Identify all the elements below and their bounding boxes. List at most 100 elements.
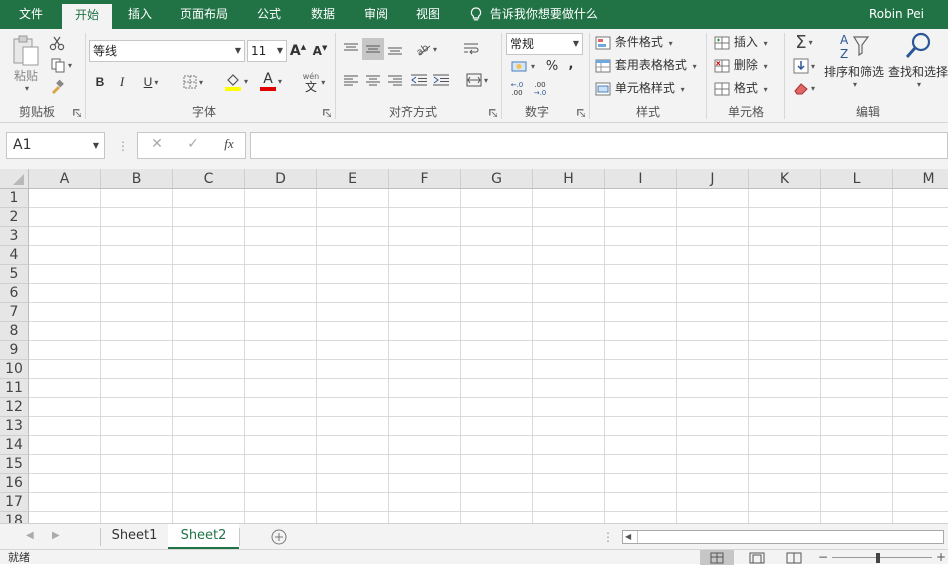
name-box[interactable]: A1 ▼	[6, 132, 105, 159]
tab-data[interactable]: 数据	[300, 0, 346, 29]
row-header-10[interactable]: 10	[0, 360, 29, 379]
wrap-text-button[interactable]	[460, 38, 482, 60]
bold-button[interactable]: B	[92, 71, 108, 93]
column-header-m[interactable]: M	[893, 169, 948, 189]
horizontal-scrollbar[interactable]: ◀	[622, 530, 944, 544]
row-header-15[interactable]: 15	[0, 455, 29, 474]
fill-button[interactable]: ▾	[788, 55, 820, 77]
enter-icon[interactable]: ✓	[182, 136, 204, 156]
format-painter-button[interactable]	[46, 77, 68, 97]
dialog-launcher-icon[interactable]	[73, 109, 81, 117]
column-header-e[interactable]: E	[317, 169, 389, 189]
align-bottom-button[interactable]	[385, 38, 405, 60]
tab-home[interactable]: 开始	[62, 4, 112, 29]
clear-button[interactable]: ▾	[788, 77, 820, 99]
find-select-button[interactable]: 查找和选择 ▾	[888, 31, 948, 99]
orientation-button[interactable]: ab ▾	[410, 38, 442, 60]
cut-button[interactable]	[46, 33, 68, 53]
cancel-icon[interactable]: ✕	[146, 136, 168, 156]
cell-styles-button[interactable]: 单元格样式 ▾	[595, 79, 685, 99]
column-header-g[interactable]: G	[461, 169, 533, 189]
column-header-l[interactable]: L	[821, 169, 893, 189]
row-header-18[interactable]: 18	[0, 512, 29, 523]
tell-me-box[interactable]: 告诉我你想要做什么	[470, 0, 598, 29]
row-header-17[interactable]: 17	[0, 493, 29, 512]
tab-review[interactable]: 审阅	[354, 0, 398, 29]
increase-indent-button[interactable]	[431, 69, 451, 91]
scroll-left-icon[interactable]: ◀	[26, 528, 38, 544]
phonetic-guide-button[interactable]: wén 文 ▾	[297, 69, 331, 95]
align-left-button[interactable]	[341, 69, 361, 91]
formula-input[interactable]	[250, 132, 948, 159]
tab-view[interactable]: 视图	[406, 0, 450, 29]
tab-file[interactable]: 文件	[8, 0, 54, 29]
row-header-12[interactable]: 12	[0, 398, 29, 417]
copy-button[interactable]: ▾	[46, 55, 76, 75]
insert-cells-button[interactable]: 插入 ▾	[714, 33, 768, 53]
merge-center-button[interactable]: ▾	[460, 69, 494, 91]
increase-decimal-button[interactable]: ←.0 .00	[507, 79, 527, 99]
decrease-indent-button[interactable]	[409, 69, 429, 91]
tab-page-layout[interactable]: 页面布局	[170, 0, 238, 29]
splitter-dots-icon[interactable]: ⋮	[602, 528, 614, 546]
sort-filter-button[interactable]: AZ 排序和筛选 ▾	[822, 31, 886, 99]
row-header-5[interactable]: 5	[0, 265, 29, 284]
row-header-11[interactable]: 11	[0, 379, 29, 398]
font-size-combo[interactable]: 11 ▼	[247, 40, 287, 62]
normal-view-button[interactable]	[700, 550, 734, 565]
number-format-combo[interactable]: 常规 ▼	[506, 33, 583, 55]
shrink-font-button[interactable]: A ▼	[312, 40, 328, 62]
column-header-d[interactable]: D	[245, 169, 317, 189]
page-break-view-button[interactable]	[782, 550, 806, 565]
column-header-j[interactable]: J	[677, 169, 749, 189]
row-header-16[interactable]: 16	[0, 474, 29, 493]
splitter-dots-icon[interactable]: ⋮	[117, 136, 129, 156]
row-header-13[interactable]: 13	[0, 417, 29, 436]
column-header-i[interactable]: I	[605, 169, 677, 189]
zoom-slider-thumb[interactable]	[876, 553, 880, 563]
format-as-table-button[interactable]: 套用表格格式 ▾	[595, 56, 697, 76]
zoom-slider[interactable]	[832, 557, 932, 558]
format-cells-button[interactable]: 格式 ▾	[714, 79, 768, 99]
delete-cells-button[interactable]: 删除 ▾	[714, 56, 768, 76]
conditional-formatting-button[interactable]: 条件格式 ▾	[595, 33, 673, 53]
grow-font-button[interactable]: A ▲	[290, 40, 306, 62]
insert-function-icon[interactable]: fx	[218, 136, 240, 156]
decrease-decimal-button[interactable]: .00 →.0	[530, 79, 550, 99]
dialog-launcher-icon[interactable]	[489, 109, 497, 117]
align-right-button[interactable]	[385, 69, 405, 91]
align-center-button[interactable]	[363, 69, 383, 91]
dialog-launcher-icon[interactable]	[323, 109, 331, 117]
column-header-f[interactable]: F	[389, 169, 461, 189]
new-sheet-button[interactable]	[270, 528, 288, 546]
percent-button[interactable]: %	[543, 55, 561, 77]
column-header-b[interactable]: B	[101, 169, 173, 189]
column-header-c[interactable]: C	[173, 169, 245, 189]
fill-color-button[interactable]: ▾	[220, 69, 252, 93]
column-header-a[interactable]: A	[29, 169, 101, 189]
sheet-tab-sheet1[interactable]: Sheet1	[101, 524, 168, 549]
row-header-1[interactable]: 1	[0, 189, 29, 208]
align-middle-button[interactable]	[362, 38, 384, 60]
row-header-14[interactable]: 14	[0, 436, 29, 455]
row-header-3[interactable]: 3	[0, 227, 29, 246]
row-header-8[interactable]: 8	[0, 322, 29, 341]
tab-insert[interactable]: 插入	[118, 0, 162, 29]
sheet-tab-sheet2[interactable]: Sheet2	[168, 524, 239, 549]
row-header-2[interactable]: 2	[0, 208, 29, 227]
column-header-k[interactable]: K	[749, 169, 821, 189]
accounting-format-button[interactable]: ▾	[506, 55, 540, 77]
italic-button[interactable]: I	[114, 71, 130, 93]
tab-formulas[interactable]: 公式	[246, 0, 292, 29]
font-name-combo[interactable]: 等线 ▼	[89, 40, 245, 62]
row-header-7[interactable]: 7	[0, 303, 29, 322]
borders-button[interactable]: ▾	[176, 71, 210, 93]
comma-button[interactable]: ,	[563, 53, 579, 75]
page-layout-view-button[interactable]	[745, 550, 769, 565]
autosum-button[interactable]: Σ ▾	[788, 31, 820, 53]
zoom-in-icon[interactable]: +	[936, 550, 946, 564]
font-color-button[interactable]: A ▾	[255, 69, 287, 93]
column-header-h[interactable]: H	[533, 169, 605, 189]
row-header-6[interactable]: 6	[0, 284, 29, 303]
paste-button[interactable]: 粘贴 ▾	[8, 33, 44, 95]
